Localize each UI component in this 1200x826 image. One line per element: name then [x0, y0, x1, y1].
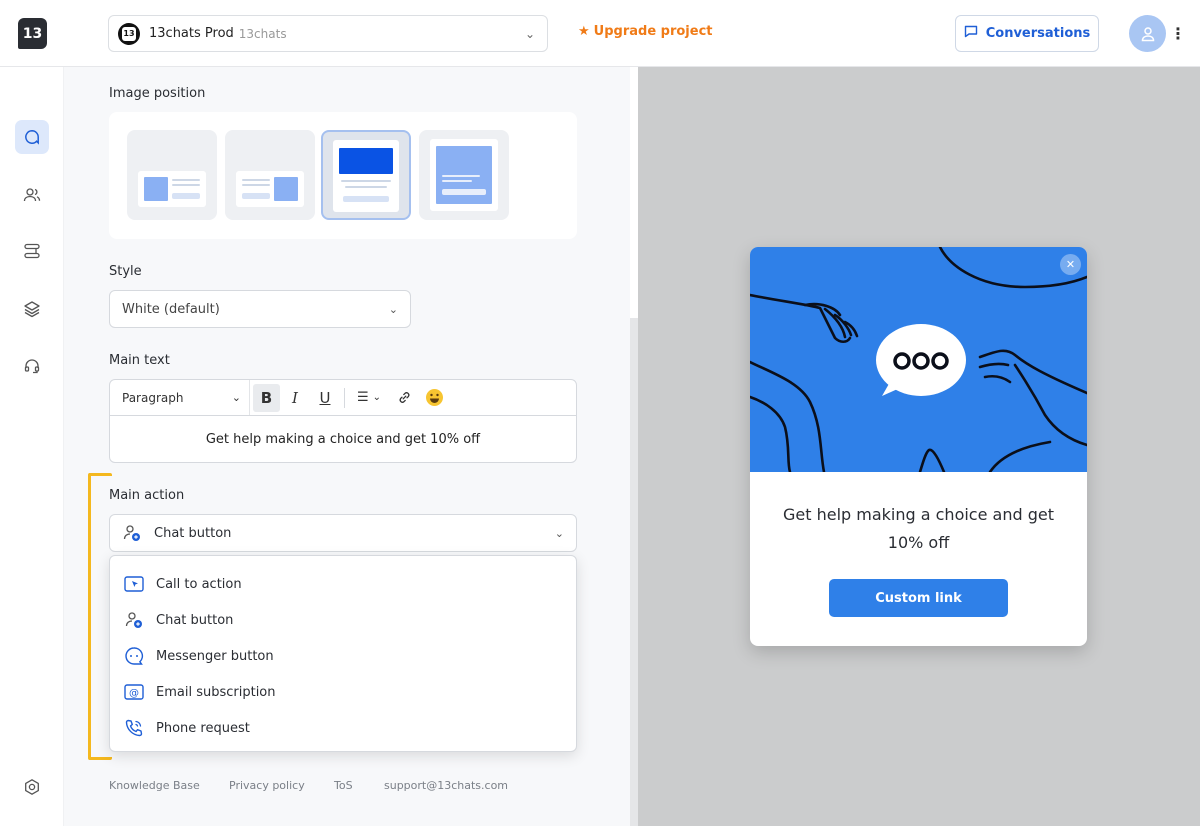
- popup-main-text: Get help making a choice and get 10% off: [782, 505, 1054, 552]
- layers-icon: [24, 301, 40, 318]
- bold-button[interactable]: B: [253, 383, 280, 412]
- link-icon: [399, 392, 409, 403]
- align-select[interactable]: ☰ ⌄: [349, 380, 389, 415]
- image-position-background-option[interactable]: [419, 130, 509, 220]
- image-position-left-option[interactable]: [127, 130, 217, 220]
- link-button[interactable]: [389, 380, 419, 415]
- italic-button[interactable]: I: [280, 380, 310, 415]
- project-subtitle: 13chats: [238, 26, 287, 41]
- messenger-icon: [124, 646, 144, 666]
- editor-content[interactable]: Get help making a choice and get 10% off: [110, 416, 576, 447]
- chevron-down-icon: ⌄: [372, 392, 382, 403]
- option-email-subscription[interactable]: @ Email subscription: [110, 674, 576, 710]
- popup-illustration: [750, 247, 1087, 474]
- footer-link-knowledge-base[interactable]: Knowledge Base: [109, 779, 200, 792]
- sidebar-item-automation[interactable]: [15, 234, 49, 268]
- chevron-down-icon: ⌄: [388, 302, 398, 316]
- main-action-dropdown: Call to action Chat button Messenger but…: [109, 555, 577, 752]
- paragraph-style-select[interactable]: Paragraph ⌄: [110, 380, 250, 415]
- top-bar: 13 13 13chats Prod 13chats ⌄ ★ Upgrade p…: [0, 0, 1200, 67]
- project-name: 13chats Prod: [149, 26, 234, 41]
- emoji-button[interactable]: [419, 380, 449, 415]
- editor-toolbar: Paragraph ⌄ B I U ☰ ⌄: [110, 380, 576, 416]
- svg-text:@: @: [129, 688, 139, 699]
- main-action-select[interactable]: Chat button ⌄: [109, 514, 577, 552]
- option-call-to-action[interactable]: Call to action: [110, 566, 576, 602]
- upgrade-project-link[interactable]: ★ Upgrade project: [578, 24, 713, 39]
- image-position-top-option[interactable]: [321, 130, 411, 220]
- sidebar-item-chats[interactable]: [15, 120, 49, 154]
- project-selector[interactable]: 13 13chats Prod 13chats ⌄: [108, 15, 548, 52]
- more-vertical-icon[interactable]: ⋮: [1170, 24, 1186, 43]
- chevron-down-icon: ⌄: [554, 526, 564, 540]
- headset-icon: [24, 359, 40, 374]
- chevron-down-icon: ⌄: [524, 26, 535, 41]
- panel-scrollbar[interactable]: [630, 318, 638, 826]
- at-sign-icon: @: [124, 682, 144, 702]
- align-center-icon: ☰: [356, 390, 369, 405]
- main-action-label: Main action: [109, 488, 185, 503]
- project-logo-icon: 13: [118, 22, 140, 45]
- chat-bubble-icon: [964, 25, 978, 42]
- chevron-down-icon: ⌄: [231, 391, 241, 404]
- user-avatar[interactable]: [1129, 15, 1166, 52]
- style-select[interactable]: White (default) ⌄: [109, 290, 411, 328]
- custom-link-button[interactable]: Custom link: [829, 579, 1008, 617]
- option-messenger-button[interactable]: Messenger button: [110, 638, 576, 674]
- user-chat-icon: [122, 523, 142, 543]
- image-position-picker: [109, 112, 577, 239]
- style-label: Style: [109, 264, 142, 279]
- flow-icon: [24, 243, 40, 259]
- underline-button[interactable]: U: [310, 380, 340, 415]
- option-chat-button[interactable]: Chat button: [110, 602, 576, 638]
- footer-link-tos[interactable]: ToS: [334, 779, 353, 792]
- settings-icon: [25, 779, 39, 795]
- cursor-window-icon: [124, 574, 144, 594]
- conversations-button[interactable]: Conversations: [955, 15, 1099, 52]
- users-icon: [23, 188, 41, 202]
- close-icon[interactable]: ✕: [1060, 254, 1081, 275]
- sidebar-item-contacts[interactable]: [15, 178, 49, 212]
- popup-preview: ✕ Get help making a choice and get 10% o…: [750, 247, 1087, 646]
- main-text-editor: Paragraph ⌄ B I U ☰ ⌄ Get help making a …: [109, 379, 577, 463]
- footer-link-privacy-policy[interactable]: Privacy policy: [229, 779, 305, 792]
- sidebar-item-settings[interactable]: [15, 770, 49, 804]
- app-logo[interactable]: 13: [18, 18, 47, 49]
- sidebar-item-support[interactable]: [15, 349, 49, 383]
- emoji-icon: [425, 389, 443, 406]
- option-phone-request[interactable]: Phone request: [110, 710, 576, 746]
- sidebar-item-widgets[interactable]: [15, 292, 49, 326]
- image-position-label: Image position: [109, 86, 206, 101]
- user-chat-icon: [124, 610, 144, 630]
- toolbar-divider: [344, 387, 345, 408]
- user-icon: [1141, 26, 1154, 41]
- footer-link-support-email[interactable]: support@13chats.com: [384, 779, 508, 792]
- phone-icon: [124, 718, 144, 738]
- star-icon: ★: [578, 24, 590, 39]
- sidebar-rail: [0, 67, 64, 826]
- image-position-right-option[interactable]: [225, 130, 315, 220]
- chat-icon: [25, 130, 39, 145]
- main-text-label: Main text: [109, 353, 170, 368]
